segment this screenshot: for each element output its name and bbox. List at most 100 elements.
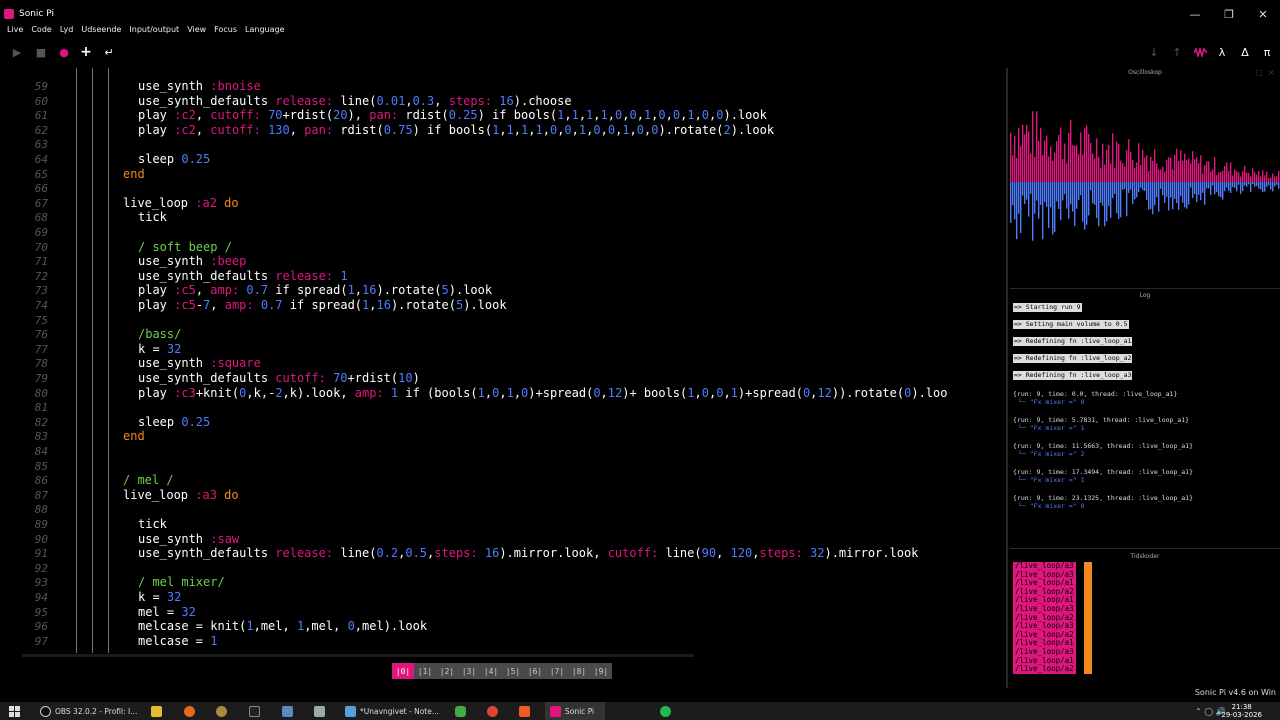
code-line[interactable]: 91 use_synth_defaults release: line(0.2,0…: [22, 546, 996, 561]
menu-focus[interactable]: Focus: [214, 25, 237, 34]
editor-horizontal-scrollbar[interactable]: [22, 654, 694, 657]
new-buffer-icon[interactable]: +: [79, 44, 93, 60]
buffer-tab-7[interactable]: |7|: [546, 663, 568, 679]
panel-close-icon[interactable]: ×: [1268, 68, 1275, 77]
close-button[interactable]: ✕: [1246, 0, 1280, 28]
taskbar-spotify[interactable]: [660, 702, 675, 720]
code-line[interactable]: 80 play :c3+knit(0 ,k,-2,k).look, amp: 1 i…: [22, 386, 996, 401]
code-line[interactable]: 93 / mel mixer/: [22, 575, 996, 590]
code-line[interactable]: 72 use_synth_defaults release: 1: [22, 269, 996, 284]
arrow-down-icon[interactable]: ↓: [1147, 45, 1161, 59]
start-button[interactable]: [9, 702, 20, 720]
code-line[interactable]: 62 play :c2, cutoff: 130, pan: rdist(0.75…: [22, 123, 996, 138]
code-line[interactable]: 81: [22, 400, 996, 415]
code-line[interactable]: 69: [22, 225, 996, 240]
code-line[interactable]: 77 k = 32: [22, 342, 996, 357]
code-line[interactable]: 87 live_loop :a3 do: [22, 488, 996, 503]
buffer-tab-9[interactable]: |9|: [590, 663, 612, 679]
code-line[interactable]: 66: [22, 181, 996, 196]
taskbar-brave[interactable]: [519, 702, 534, 720]
code-line[interactable]: 92: [22, 561, 996, 576]
window-controls: — ❐ ✕: [1178, 0, 1280, 28]
taskbar-app3[interactable]: [455, 702, 470, 720]
buffer-tab-3[interactable]: |3|: [458, 663, 480, 679]
code-line[interactable]: 85: [22, 459, 996, 474]
pi-icon[interactable]: π: [1260, 45, 1274, 59]
buffer-tab-2[interactable]: |2|: [436, 663, 458, 679]
menu-language[interactable]: Language: [245, 25, 284, 34]
scope-bar-bottom: [1224, 182, 1226, 192]
code-line[interactable]: 59 use_synth :bnoise: [22, 79, 996, 94]
code-line[interactable]: 76/bass/: [22, 327, 996, 342]
save-icon[interactable]: ↵: [102, 45, 116, 59]
code-line[interactable]: 78 use_synth :square: [22, 356, 996, 371]
code-line[interactable]: 63: [22, 137, 996, 152]
menu-udseende[interactable]: Udseende: [81, 25, 121, 34]
code-line[interactable]: 89 tick: [22, 517, 996, 532]
taskbar-notepad[interactable]: *Unavngivet - Note...: [345, 702, 445, 720]
taskbar-explorer[interactable]: [151, 702, 166, 720]
taskbar-sonic-pi[interactable]: Sonic Pi: [545, 702, 605, 720]
taskbar-wow[interactable]: [216, 702, 231, 720]
taskbar-live[interactable]: [249, 702, 264, 720]
code-line[interactable]: 82 sleep 0.25: [22, 415, 996, 430]
buffer-tab-1[interactable]: |1|: [414, 663, 436, 679]
code-line[interactable]: 83 end: [22, 429, 996, 444]
code-line[interactable]: 84: [22, 444, 996, 459]
scope-bar-top: [1160, 169, 1162, 182]
code-line[interactable]: 95 mel = 32: [22, 605, 996, 620]
menu-code[interactable]: Code: [31, 25, 51, 34]
buffer-tab-8[interactable]: |8|: [568, 663, 590, 679]
buffer-tab-6[interactable]: |6|: [524, 663, 546, 679]
code-line[interactable]: 90 use_synth :saw: [22, 532, 996, 547]
code-line[interactable]: 61 play :c2, cutoff: 70+rdist(20), pan: r…: [22, 108, 996, 123]
run-icon[interactable]: ▶: [10, 45, 24, 59]
record-icon[interactable]: ●: [57, 45, 71, 59]
taskbar-app2[interactable]: [314, 702, 329, 720]
menu-live[interactable]: Live: [7, 25, 23, 34]
code-line[interactable]: 96 melcase = knit(1,mel, 1,mel, 0,mel).lo…: [22, 619, 996, 634]
menu-input-output[interactable]: Input/output: [129, 25, 179, 34]
code-line[interactable]: 88: [22, 502, 996, 517]
arrow-up-icon[interactable]: ↑: [1170, 45, 1184, 59]
code-line[interactable]: 74 play :c5-7, amp: 0.7 if spread(1,16).r…: [22, 298, 996, 313]
code-line[interactable]: 64 sleep 0.25: [22, 152, 996, 167]
taskbar-firefox[interactable]: [184, 702, 199, 720]
code-line[interactable]: 73 play :c5, amp: 0.7 if spread(1,16).rot…: [22, 283, 996, 298]
code-line[interactable]: 94 k = 32: [22, 590, 996, 605]
panel-expand-icon[interactable]: □: [1256, 69, 1263, 77]
delta-icon[interactable]: Δ: [1238, 45, 1252, 59]
code-line[interactable]: 60 use_synth_defaults release: line(0.01,…: [22, 94, 996, 109]
minimize-button[interactable]: —: [1178, 0, 1212, 28]
taskbar-clock[interactable]: 21:38 29-03-2026: [1221, 703, 1262, 717]
log-entry-head: {run: 9, time: 23.1325, thread: :live_lo…: [1013, 494, 1194, 502]
code-line[interactable]: 65 end: [22, 167, 996, 182]
code-line[interactable]: 67 live_loop :a2 do: [22, 196, 996, 211]
code-line[interactable]: 71 use_synth :beep: [22, 254, 996, 269]
cue-name: /live_loop/a2: [1013, 665, 1076, 674]
scope-wave-icon[interactable]: [1193, 45, 1207, 59]
buffer-tab-0[interactable]: |0|: [392, 663, 414, 679]
taskbar-obs[interactable]: OBS 32.0.2 - Profil: I...: [40, 702, 140, 720]
scope-bar-bottom: [1268, 182, 1270, 186]
menu-lyd[interactable]: Lyd: [60, 25, 74, 34]
taskbar-app[interactable]: [282, 702, 297, 720]
code-line[interactable]: 70 / soft beep /: [22, 240, 996, 255]
buffer-tab-5[interactable]: |5|: [502, 663, 524, 679]
code-token: ,mel).look: [354, 619, 428, 634]
code-line[interactable]: 68 tick: [22, 210, 996, 225]
stop-icon[interactable]: ■: [34, 45, 48, 59]
code-editor[interactable]: 59 use_synth :bnoise 60 use_synth_defaults …: [22, 68, 996, 653]
code-line[interactable]: 75: [22, 313, 996, 328]
lambda-icon[interactable]: λ: [1215, 45, 1229, 59]
buffer-tab-4[interactable]: |4|: [480, 663, 502, 679]
menu-view[interactable]: View: [187, 25, 206, 34]
log-panel[interactable]: => Starting run 9 => Setting main volume …: [1010, 300, 1280, 540]
code-line[interactable]: 86 / mel /: [22, 473, 996, 488]
code-token: use_synth_defaults: [138, 268, 276, 283]
code-line[interactable]: 97 melcase = 1: [22, 634, 996, 649]
code-line[interactable]: 79 use_synth_defaults cutoff: 70+rdist(10…: [22, 371, 996, 386]
taskbar-chrome[interactable]: [487, 702, 502, 720]
restore-button[interactable]: ❐: [1212, 0, 1246, 28]
scope-bar-top: [1074, 145, 1076, 182]
